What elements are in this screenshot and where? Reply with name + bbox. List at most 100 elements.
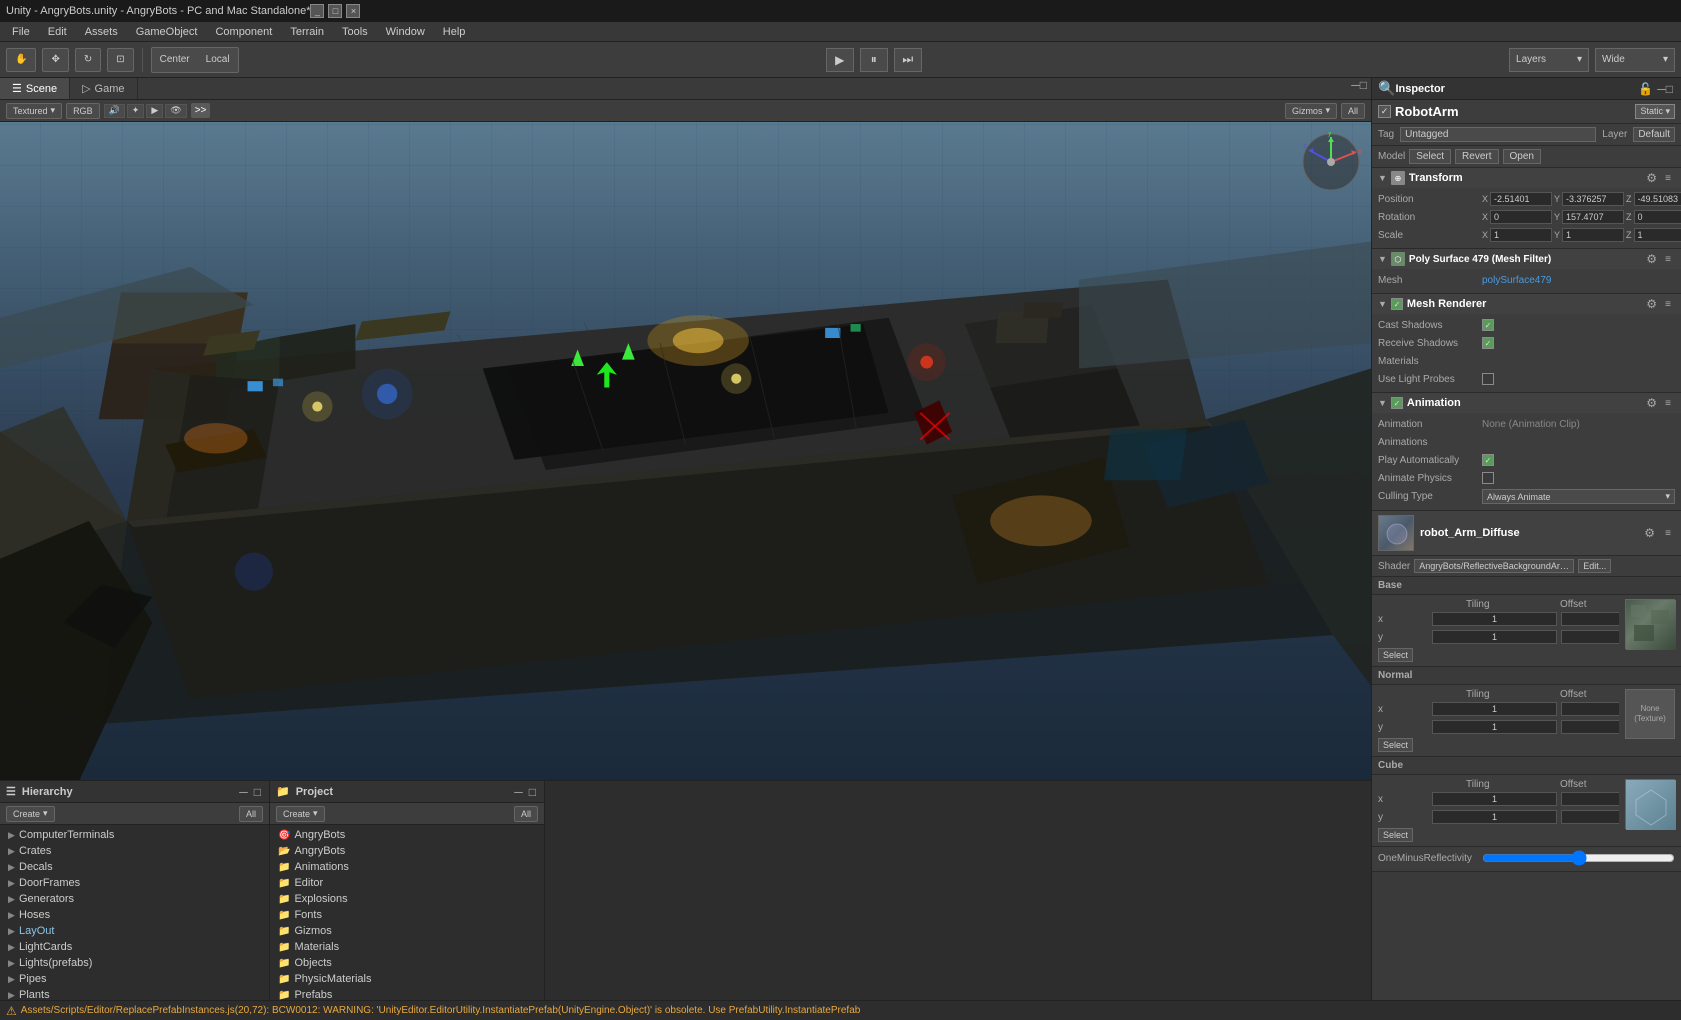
scale-z-input[interactable] (1634, 228, 1681, 242)
one-minus-input[interactable] (1482, 853, 1675, 863)
layout-dropdown[interactable]: Wide ▾ (1595, 48, 1675, 72)
hierarchy-item[interactable]: ▶ Lights(prefabs) (0, 955, 269, 971)
rot-y-input[interactable] (1562, 210, 1624, 224)
scene-audio-btn[interactable]: 🔊 (104, 104, 125, 118)
menu-tools[interactable]: Tools (334, 24, 376, 40)
mesh-filter-header[interactable]: ▼ ⬡ Poly Surface 479 (Mesh Filter) ⚙ ≡ (1372, 249, 1681, 269)
shader-edit-btn[interactable]: Edit... (1578, 559, 1611, 573)
scene-gizmos-vis-btn[interactable]: 👁 (165, 104, 186, 118)
gizmos-dropdown[interactable]: Gizmos▾ (1285, 103, 1337, 119)
hierarchy-create-btn[interactable]: Create▾ (6, 806, 55, 822)
project-item-gizmos[interactable]: 📁 Gizmos (270, 923, 544, 939)
project-maximize[interactable]: □ (529, 785, 536, 799)
open-button[interactable]: Open (1503, 149, 1541, 164)
inspector-lock-button[interactable]: 🔓 (1638, 82, 1653, 96)
layers-dropdown[interactable]: Layers ▾ (1509, 48, 1589, 72)
minimize-button[interactable]: _ (310, 4, 324, 18)
active-checkbox[interactable]: ✓ (1378, 105, 1391, 118)
project-item-objects[interactable]: 📁 Objects (270, 955, 544, 971)
inspector-scroll[interactable]: ✓ RobotArm Static ▾ Tag Untagged Layer D… (1372, 100, 1681, 1000)
base-tiling-x-input[interactable] (1432, 612, 1557, 626)
gameobject-name[interactable]: RobotArm (1395, 104, 1631, 119)
transform-header[interactable]: ▼ ⊕ Transform ⚙ ≡ (1372, 168, 1681, 188)
revert-button[interactable]: Revert (1455, 149, 1498, 164)
cube-tiling-y-input[interactable] (1432, 810, 1557, 824)
mesh-renderer-header[interactable]: ▼ ✓ Mesh Renderer ⚙ ≡ (1372, 294, 1681, 314)
local-button[interactable]: Local (198, 48, 238, 72)
culling-type-dropdown[interactable]: Always Animate ▾ (1482, 489, 1675, 504)
project-item-angrybots[interactable]: 📂 AngryBots (270, 843, 544, 859)
color-mode-dropdown[interactable]: RGB (66, 103, 100, 119)
scale-x-input[interactable] (1490, 228, 1552, 242)
viewport[interactable]: x y z (0, 122, 1371, 780)
cube-offset-y-input[interactable] (1561, 810, 1619, 824)
normal-offset-y-input[interactable] (1561, 720, 1619, 734)
menu-window[interactable]: Window (378, 24, 433, 40)
project-item-animations[interactable]: 📁 Animations (270, 859, 544, 875)
pos-y-input[interactable] (1562, 192, 1624, 206)
hierarchy-minimize[interactable]: ─ (239, 785, 248, 799)
center-button[interactable]: Center (152, 48, 198, 72)
window-controls[interactable]: _ □ × (310, 4, 360, 18)
cube-select-btn[interactable]: Select (1378, 828, 1413, 842)
transform-settings[interactable]: ⚙ (1646, 171, 1657, 185)
project-item-angrybots-special[interactable]: 🎯 AngryBots (270, 827, 544, 843)
hierarchy-maximize[interactable]: □ (254, 785, 261, 799)
menu-edit[interactable]: Edit (40, 24, 75, 40)
play-button[interactable]: ▶ (826, 48, 854, 72)
move-tool-button[interactable]: ✥ (42, 48, 68, 72)
scene-anim-btn[interactable]: ▶ (146, 104, 163, 118)
mesh-filter-menu[interactable]: ≡ (1661, 252, 1675, 266)
tag-dropdown[interactable]: Untagged (1400, 127, 1596, 142)
project-item-editor[interactable]: 📁 Editor (270, 875, 544, 891)
all-dropdown[interactable]: All (1341, 103, 1365, 119)
base-tiling-y-input[interactable] (1432, 630, 1557, 644)
hierarchy-item[interactable]: ▶ Hoses (0, 907, 269, 923)
back-button[interactable]: >> (191, 103, 211, 118)
menu-assets[interactable]: Assets (77, 24, 126, 40)
animation-settings[interactable]: ⚙ (1646, 396, 1657, 410)
inspector-minimize[interactable]: ─ (1657, 82, 1666, 96)
project-all-btn[interactable]: All (514, 806, 538, 822)
cube-tiling-x-input[interactable] (1432, 792, 1557, 806)
mesh-renderer-menu[interactable]: ≡ (1661, 297, 1675, 311)
mesh-renderer-checkbox[interactable]: ✓ (1391, 298, 1403, 310)
scale-y-input[interactable] (1562, 228, 1624, 242)
animation-checkbox[interactable]: ✓ (1391, 397, 1403, 409)
project-create-btn[interactable]: Create▾ (276, 806, 325, 822)
hierarchy-all-btn[interactable]: All (239, 806, 263, 822)
receive-shadows-checkbox[interactable]: ✓ (1482, 337, 1494, 349)
menu-component[interactable]: Component (207, 24, 280, 40)
animate-physics-checkbox[interactable] (1482, 472, 1494, 484)
play-auto-checkbox[interactable]: ✓ (1482, 454, 1494, 466)
scale-tool-button[interactable]: ⊡ (107, 48, 133, 72)
normal-tiling-x-input[interactable] (1432, 702, 1557, 716)
animation-header[interactable]: ▼ ✓ Animation ⚙ ≡ (1372, 393, 1681, 413)
render-mode-dropdown[interactable]: Textured▾ (6, 103, 62, 119)
inspector-maximize[interactable]: □ (1666, 82, 1673, 96)
scene-panel-maximize[interactable]: □ (1360, 78, 1367, 99)
hierarchy-item[interactable]: ▶ Pipes (0, 971, 269, 987)
hierarchy-item[interactable]: ▶ Decals (0, 859, 269, 875)
select-button[interactable]: Select (1409, 149, 1451, 164)
pause-button[interactable]: ⏸ (860, 48, 888, 72)
pos-x-input[interactable] (1490, 192, 1552, 206)
project-item-prefabs[interactable]: 📁 Prefabs (270, 987, 544, 1000)
project-item-fonts[interactable]: 📁 Fonts (270, 907, 544, 923)
animation-menu[interactable]: ≡ (1661, 396, 1675, 410)
static-badge[interactable]: Static ▾ (1635, 104, 1675, 119)
scene-panel-minimize[interactable]: ─ (1351, 78, 1360, 99)
transform-menu[interactable]: ≡ (1661, 171, 1675, 185)
mesh-filter-settings[interactable]: ⚙ (1646, 252, 1657, 266)
close-button[interactable]: × (346, 4, 360, 18)
scene-tab[interactable]: ☰ Scene (0, 78, 70, 99)
rot-x-input[interactable] (1490, 210, 1552, 224)
base-offset-y-input[interactable] (1561, 630, 1619, 644)
normal-tiling-y-input[interactable] (1432, 720, 1557, 734)
base-offset-x-input[interactable] (1561, 612, 1619, 626)
cube-offset-x-input[interactable] (1561, 792, 1619, 806)
layer-dropdown[interactable]: Default (1633, 127, 1675, 142)
hierarchy-item[interactable]: ▶ Plants (0, 987, 269, 1000)
menu-file[interactable]: File (4, 24, 38, 40)
hierarchy-item[interactable]: ▶ Crates (0, 843, 269, 859)
